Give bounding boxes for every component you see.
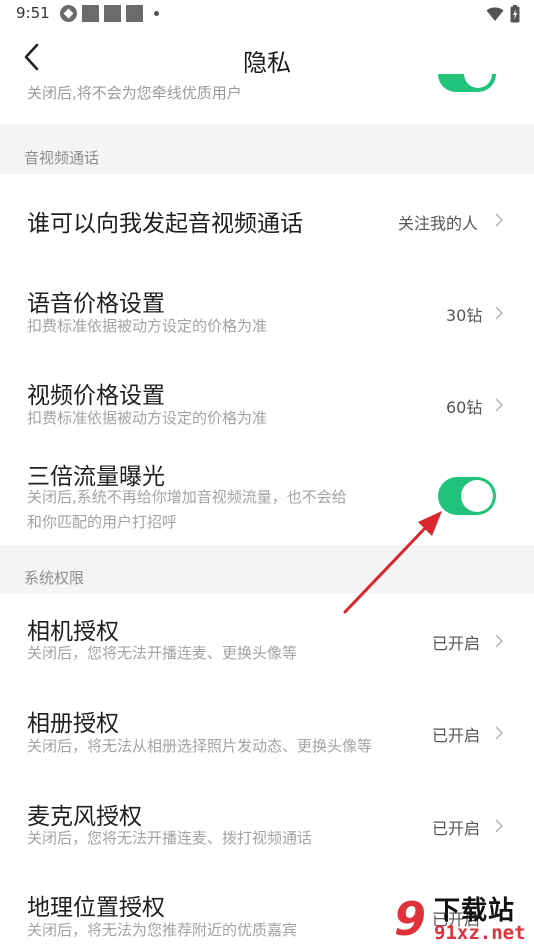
setting-desc-line2: 和你匹配的用户打招呼 <box>27 513 178 531</box>
setting-row-album[interactable]: 相册授权 关闭后，将无法从相册选择照片发动态、更换头像等 已开启 <box>0 686 534 778</box>
status-bar: 9:51 <box>0 0 534 28</box>
app-notification-icon <box>60 5 77 22</box>
chevron-right-icon <box>495 306 504 320</box>
notification-icon <box>126 5 143 22</box>
chevron-right-icon <box>495 398 504 412</box>
more-notifications-icon <box>154 11 159 16</box>
setting-value: 60钻 <box>446 398 483 417</box>
chevron-right-icon <box>495 726 504 740</box>
status-system-icons <box>486 5 520 23</box>
section-header-system: 系统权限 <box>0 545 534 593</box>
setting-desc: 扣费标准依据被动方设定的价格为准 <box>27 317 268 335</box>
setting-desc: 扣费标准依据被动方设定的价格为准 <box>27 409 268 427</box>
section-header-av-call: 音视频通话 <box>0 124 534 174</box>
partial-setting-toggle[interactable] <box>438 74 496 92</box>
page-title: 隐私 <box>243 49 291 77</box>
triple-exposure-toggle[interactable] <box>438 477 496 515</box>
setting-row-camera[interactable]: 相机授权 关闭后，您将无法开播连麦、更换头像等 已开启 <box>0 593 534 686</box>
watermark-number: 9 <box>394 892 427 946</box>
setting-title: 相机授权 <box>27 619 119 645</box>
setting-row-voice-price[interactable]: 语音价格设置 扣费标准依据被动方设定的价格为准 30钻 <box>0 264 534 356</box>
setting-desc: 关闭后，将无法从相册选择照片发动态、更换头像等 <box>27 737 373 755</box>
setting-value: 已开启 <box>432 634 481 653</box>
toggle-knob <box>461 480 493 512</box>
setting-title: 地理位置授权 <box>27 895 165 921</box>
setting-value: 30钻 <box>446 306 483 325</box>
setting-desc-line1: 关闭后,系统不再给你增加音视频流量，也不会给 <box>27 488 347 506</box>
setting-desc: 关闭后，您将无法开播连麦、更换头像等 <box>27 644 298 662</box>
setting-title: 麦克风授权 <box>27 804 142 830</box>
notification-icon <box>82 5 99 22</box>
setting-title: 语音价格设置 <box>27 291 165 317</box>
wifi-icon <box>486 7 504 21</box>
setting-desc: 关闭后，将无法为您推荐附近的优质嘉宾 <box>27 921 298 939</box>
section-header-label: 系统权限 <box>24 569 85 587</box>
battery-icon <box>510 5 520 23</box>
partial-setting-desc: 关闭后,将不会为您牵线优质用户 <box>27 84 242 102</box>
chevron-right-icon <box>495 819 504 833</box>
setting-row-who-can-call[interactable]: 谁可以向我发起音视频通话 关注我的人 <box>0 174 534 264</box>
setting-title: 相册授权 <box>27 711 119 737</box>
setting-title: 视频价格设置 <box>27 383 165 409</box>
section-header-label: 音视频通话 <box>24 149 100 167</box>
setting-desc: 关闭后，您将无法开播连麦、拨打视频通话 <box>27 829 313 847</box>
status-notification-icons <box>60 5 159 22</box>
setting-value: 已开启 <box>432 819 481 838</box>
notification-icon <box>104 5 121 22</box>
setting-value: 已开启 <box>432 726 481 745</box>
watermark-logo: 9 下载站 91xz.net <box>390 888 534 950</box>
chevron-right-icon <box>495 213 504 227</box>
chevron-right-icon <box>495 634 504 648</box>
setting-row-microphone[interactable]: 麦克风授权 关闭后，您将无法开播连麦、拨打视频通话 已开启 <box>0 778 534 871</box>
status-time: 9:51 <box>16 4 50 22</box>
setting-value: 关注我的人 <box>398 214 479 233</box>
watermark-domain: 91xz.net <box>434 922 526 944</box>
setting-title: 谁可以向我发起音视频通话 <box>27 211 303 237</box>
setting-row-video-price[interactable]: 视频价格设置 扣费标准依据被动方设定的价格为准 60钻 <box>0 356 534 449</box>
partial-setting-row: 关闭后,将不会为您牵线优质用户 <box>0 74 534 124</box>
